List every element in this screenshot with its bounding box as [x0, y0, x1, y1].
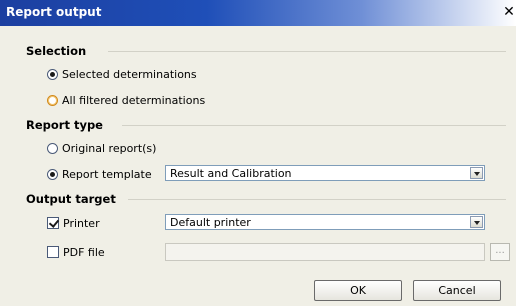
output-target-divider — [128, 199, 506, 200]
report-type-divider — [122, 125, 506, 126]
checkbox-icon[interactable] — [47, 246, 59, 258]
radio-icon[interactable] — [47, 168, 58, 180]
pdf-path-input[interactable] — [165, 243, 485, 261]
window-title: Report output — [6, 5, 102, 19]
radio-icon[interactable] — [47, 142, 58, 154]
report-template-value: Result and Calibration — [170, 167, 292, 180]
checkbox-icon[interactable] — [47, 217, 59, 229]
pdf-file-label: PDF file — [63, 245, 105, 259]
chevron-down-icon[interactable] — [470, 167, 483, 179]
ok-button[interactable]: OK — [314, 280, 402, 301]
report-template-label: Report template — [62, 167, 152, 181]
all-filtered-determinations-option[interactable]: All filtered determinations — [47, 92, 205, 108]
selection-divider — [108, 51, 506, 52]
original-report-label: Original report(s) — [62, 141, 157, 155]
original-report-option[interactable]: Original report(s) — [47, 140, 156, 156]
browse-button[interactable]: ... — [490, 243, 510, 261]
printer-label: Printer — [63, 216, 100, 230]
report-template-option[interactable]: Report template — [47, 166, 152, 182]
printer-select[interactable]: Default printer — [165, 214, 485, 230]
close-icon[interactable]: ✕ — [502, 3, 516, 21]
selection-heading: Selection — [26, 44, 87, 58]
all-filtered-determinations-label: All filtered determinations — [62, 93, 206, 107]
report-type-heading: Report type — [26, 118, 103, 132]
selected-determinations-option[interactable]: Selected determinations — [47, 66, 197, 82]
pdf-file-option[interactable]: PDF file — [47, 244, 105, 260]
radio-icon[interactable] — [47, 68, 58, 80]
cancel-button[interactable]: Cancel — [413, 280, 501, 301]
title-bar: Report output ✕ — [0, 0, 516, 26]
output-target-heading: Output target — [26, 192, 116, 206]
printer-option[interactable]: Printer — [47, 215, 100, 231]
radio-icon[interactable] — [47, 94, 58, 106]
printer-value: Default printer — [170, 216, 251, 229]
selected-determinations-label: Selected determinations — [62, 67, 197, 81]
report-template-select[interactable]: Result and Calibration — [165, 165, 485, 181]
chevron-down-icon[interactable] — [470, 216, 483, 228]
